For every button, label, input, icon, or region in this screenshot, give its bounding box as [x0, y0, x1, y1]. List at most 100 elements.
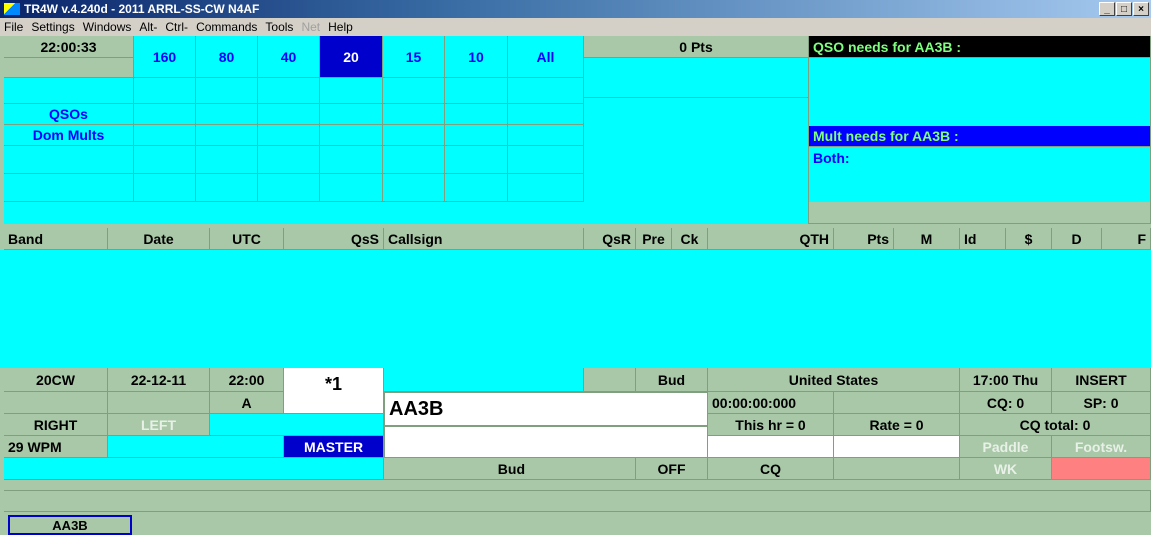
band-40[interactable]: 40: [258, 36, 320, 78]
menu-file[interactable]: File: [0, 20, 27, 34]
grid-cell: [508, 78, 584, 104]
grid-cell: [508, 125, 584, 146]
log-column-header[interactable]: QsR: [584, 228, 636, 250]
local-time-display: 17:00 Thu: [960, 368, 1052, 392]
log-column-header[interactable]: Id: [960, 228, 1006, 250]
grid-cell: [508, 174, 584, 202]
band-all[interactable]: All: [508, 36, 584, 78]
band-80[interactable]: 80: [196, 36, 258, 78]
grid-cell: [445, 174, 508, 202]
callsign-entry[interactable]: AA3B: [384, 392, 708, 426]
menu-ctrl[interactable]: Ctrl-: [161, 20, 192, 34]
blank-cell: [108, 436, 284, 458]
menu-tools[interactable]: Tools: [261, 20, 297, 34]
right-radio-label[interactable]: RIGHT: [4, 414, 108, 436]
left-radio-label[interactable]: LEFT: [108, 414, 210, 436]
grid-cell: [4, 78, 134, 104]
log-column-header[interactable]: Date: [108, 228, 210, 250]
log-column-header[interactable]: Callsign: [384, 228, 584, 250]
log-column-header[interactable]: M: [894, 228, 960, 250]
info-area: [584, 98, 809, 202]
wpm-display[interactable]: 29 WPM: [4, 436, 108, 458]
close-button[interactable]: ×: [1133, 2, 1149, 16]
row-label-dom-mults: Dom Mults: [4, 125, 134, 146]
menu-windows[interactable]: Windows: [79, 20, 136, 34]
menu-commands[interactable]: Commands: [192, 20, 261, 34]
alert-indicator: [1052, 458, 1151, 480]
blank-cell: [108, 392, 210, 414]
log-area[interactable]: [0, 250, 1151, 368]
footswitch-indicator: Footsw.: [1052, 436, 1151, 458]
name-display: Bud: [636, 368, 708, 392]
grid-cell: [134, 146, 196, 174]
band-160[interactable]: 160: [134, 36, 196, 78]
log-column-header[interactable]: $: [1006, 228, 1052, 250]
mult-needs-header: Mult needs for AA3B :: [809, 126, 1151, 147]
memory-field-2[interactable]: [834, 436, 960, 458]
blank-cell: [834, 392, 960, 414]
log-column-header[interactable]: UTC: [210, 228, 284, 250]
insert-mode-indicator[interactable]: INSERT: [1052, 368, 1151, 392]
grid-cell: [258, 174, 320, 202]
menu-net[interactable]: Net: [297, 20, 324, 34]
log-column-header[interactable]: Band: [4, 228, 108, 250]
row-label-qsos: QSOs: [4, 104, 134, 125]
serial-display: *1: [284, 368, 384, 414]
minimize-button[interactable]: _: [1099, 2, 1115, 16]
cq-mode-indicator[interactable]: CQ: [708, 458, 834, 480]
bottom-name-display: Bud: [384, 458, 636, 480]
bandmap-callsign[interactable]: AA3B: [8, 515, 132, 535]
paddle-indicator: Paddle: [960, 436, 1052, 458]
band-15[interactable]: 15: [383, 36, 445, 78]
status-bar: [4, 490, 1151, 512]
grid-blank-cell: [4, 58, 134, 78]
log-column-header[interactable]: Pre: [636, 228, 672, 250]
date-display: 22-12-11: [108, 368, 210, 392]
exchange-entry[interactable]: [384, 426, 708, 458]
grid-cell: [4, 146, 134, 174]
band-10[interactable]: 10: [445, 36, 508, 78]
title-bar: TR4W v.4.240d - 2011 ARRL-SS-CW N4AF _ □…: [0, 0, 1151, 18]
log-column-header[interactable]: Ck: [672, 228, 708, 250]
log-column-header[interactable]: QTH: [708, 228, 834, 250]
exchange-cell: [384, 368, 584, 392]
log-column-header[interactable]: F: [1102, 228, 1151, 250]
grid-cell: [258, 146, 320, 174]
grid-cell: [320, 104, 383, 125]
grid-cell: [134, 78, 196, 104]
elapsed-timer: 00:00:00:000: [708, 392, 834, 414]
grid-cell: [196, 174, 258, 202]
grid-cell: [196, 104, 258, 125]
grid-cell: [508, 104, 584, 125]
points-display: 0 Pts: [584, 36, 809, 58]
band-mode-display: 20CW: [4, 368, 108, 392]
grid-cell: [383, 104, 445, 125]
blank-cell: [210, 414, 384, 436]
maximize-button[interactable]: □: [1116, 2, 1132, 16]
memory-field-1[interactable]: [708, 436, 834, 458]
points-area: [584, 58, 809, 98]
grid-cell: [258, 78, 320, 104]
band-20-selected[interactable]: 20: [320, 36, 383, 78]
grid-cell: [320, 125, 383, 146]
grid-cell: [320, 174, 383, 202]
clock-display: 22:00:33: [4, 36, 134, 58]
grid-cell: [196, 125, 258, 146]
log-column-header[interactable]: QsS: [284, 228, 384, 250]
log-column-header[interactable]: Pts: [834, 228, 894, 250]
menu-help[interactable]: Help: [324, 20, 357, 34]
master-indicator[interactable]: MASTER: [284, 436, 384, 458]
log-column-header[interactable]: D: [1052, 228, 1102, 250]
grid-footer: [4, 202, 809, 224]
menu-alt[interactable]: Alt-: [135, 20, 161, 34]
this-hour-rate: This hr = 0: [708, 414, 834, 436]
grid-cell: [196, 146, 258, 174]
grid-cell: [134, 125, 196, 146]
blank-cell: [4, 392, 108, 414]
rate-display: Rate = 0: [834, 414, 960, 436]
grid-cell: [383, 146, 445, 174]
menu-settings[interactable]: Settings: [27, 20, 78, 34]
off-indicator[interactable]: OFF: [636, 458, 708, 480]
grid-cell: [445, 125, 508, 146]
grid-cell: [196, 78, 258, 104]
